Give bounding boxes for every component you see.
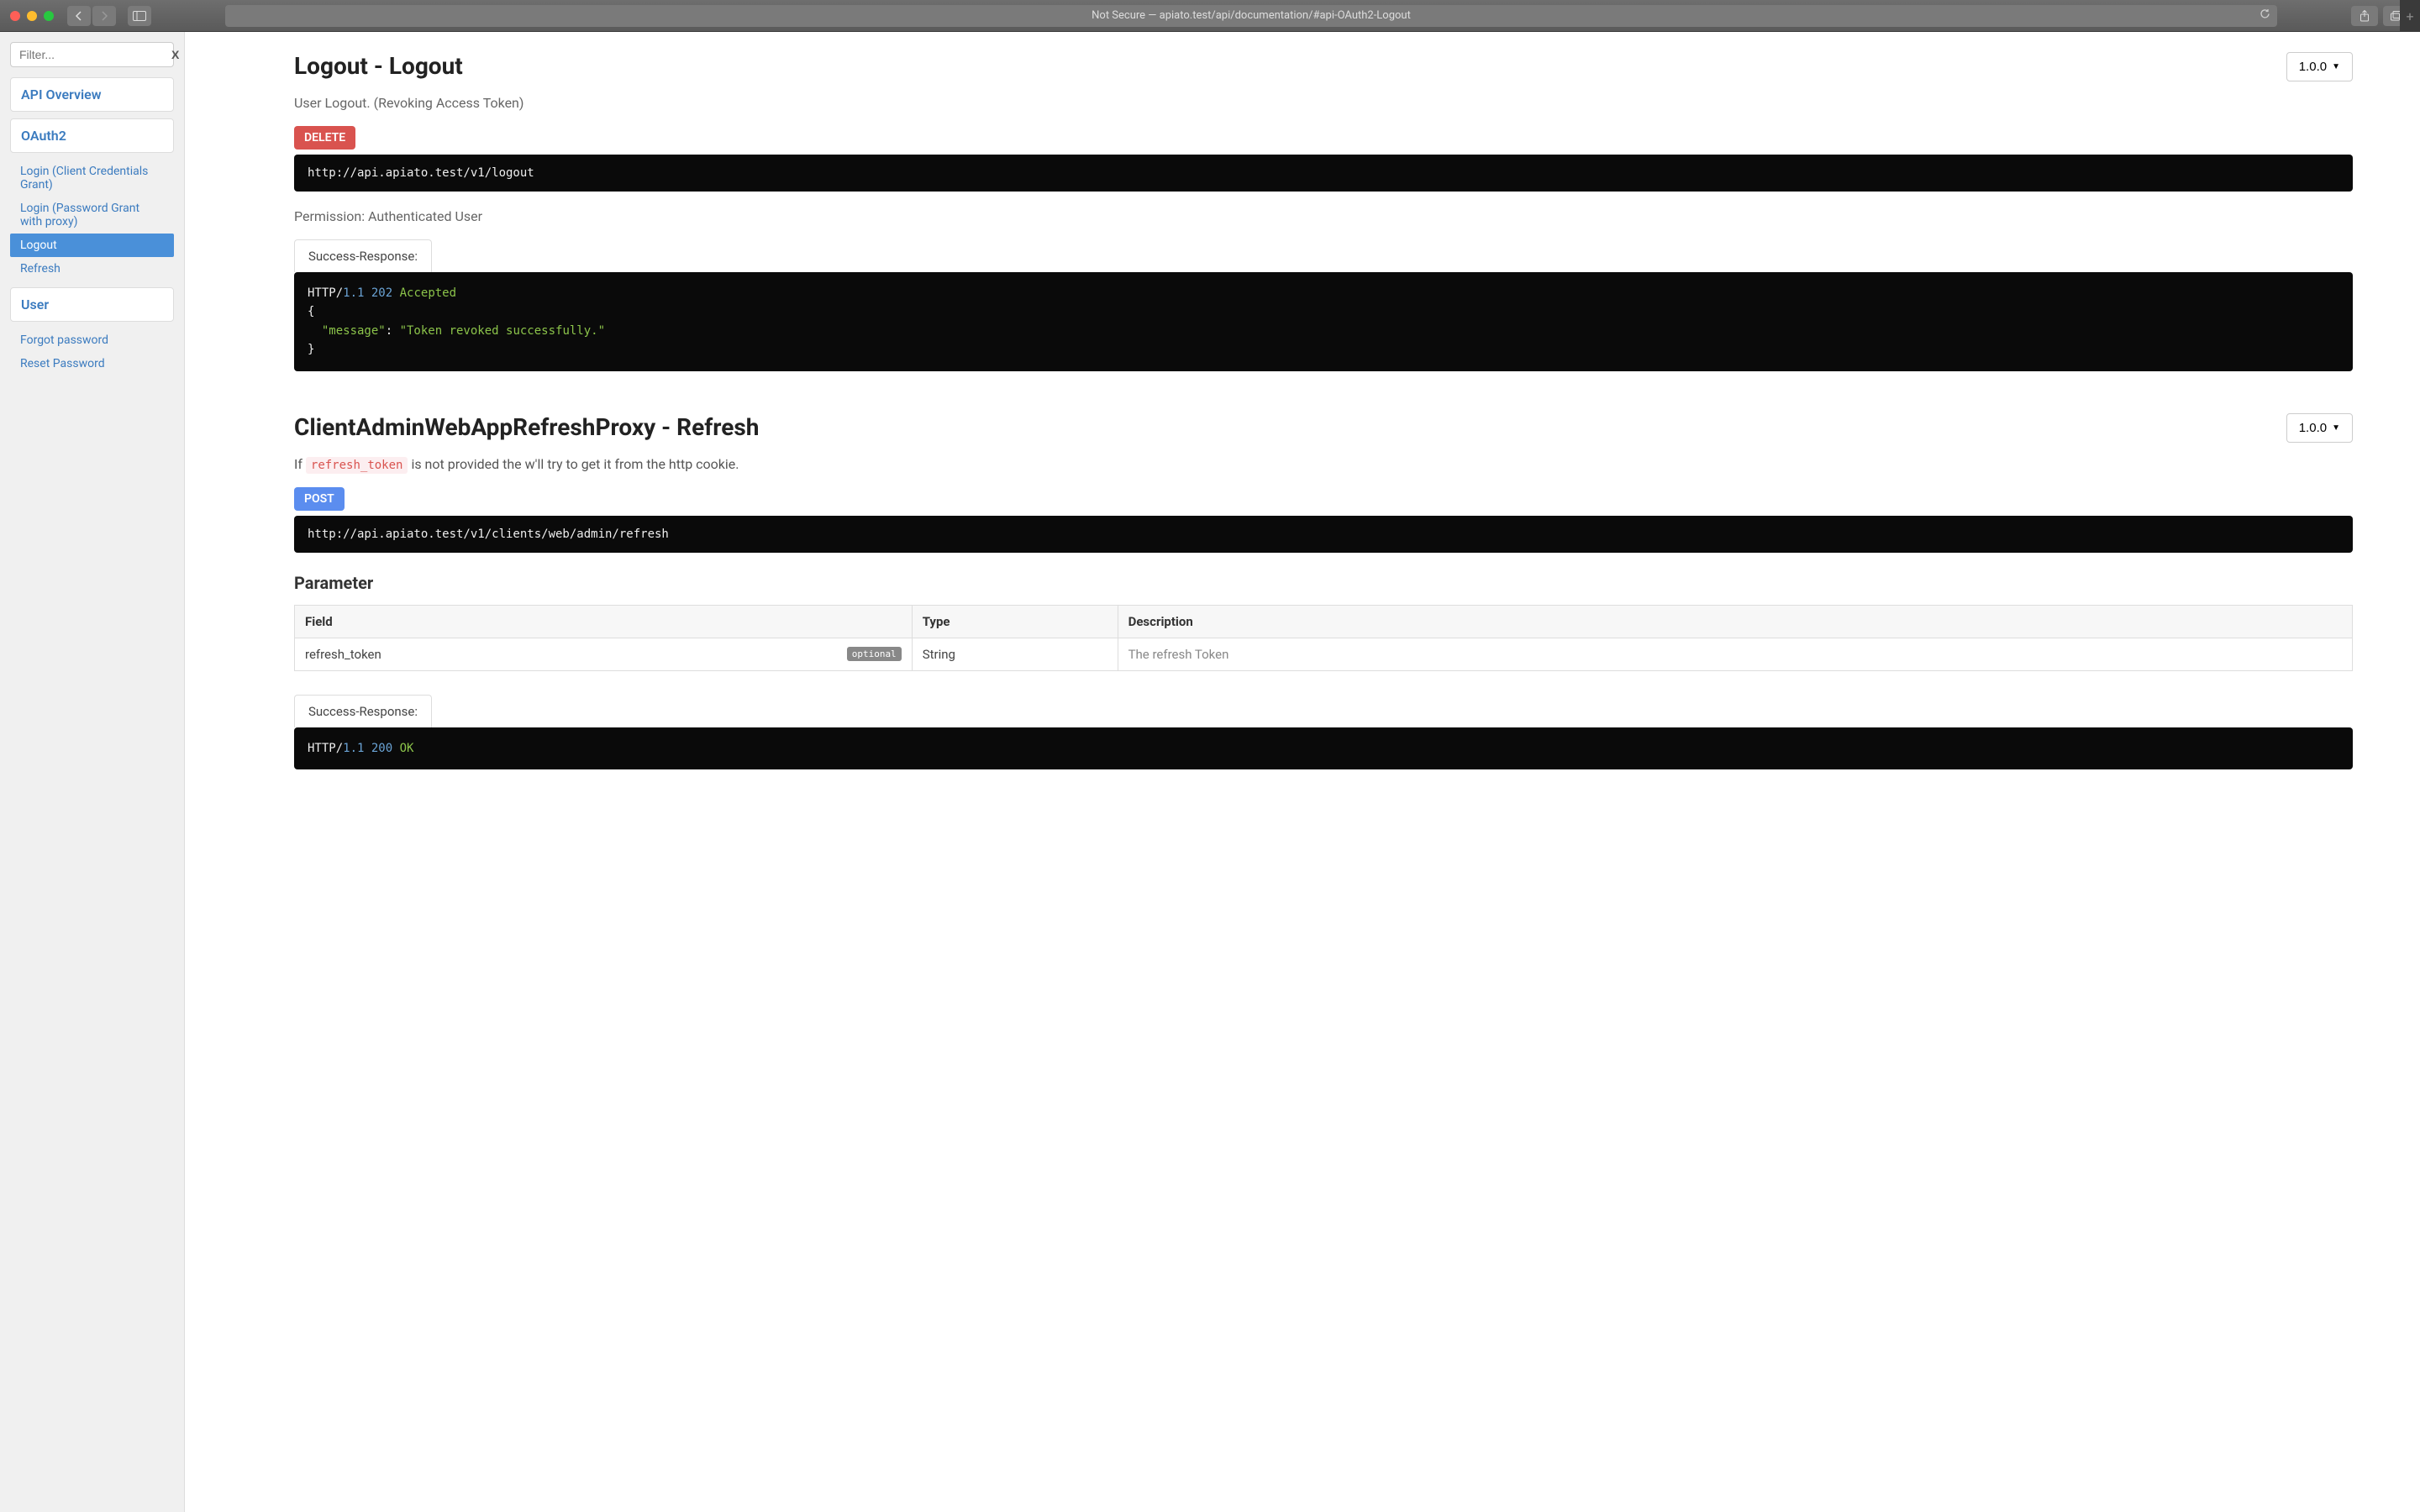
content-area[interactable]: Logout - Logout 1.0.0 ▼ User Logout. (Re… [185, 32, 2420, 1512]
version-label: 1.0.0 [2299, 60, 2327, 74]
response-block: HTTP/1.1 202 Accepted { "message": "Toke… [294, 272, 2353, 371]
share-button[interactable] [2351, 6, 2378, 26]
back-button[interactable] [67, 6, 91, 26]
caret-down-icon: ▼ [2332, 62, 2340, 71]
version-dropdown[interactable]: 1.0.0 ▼ [2286, 52, 2353, 81]
response-tab[interactable]: Success-Response: [294, 239, 432, 272]
method-badge-post: POST [294, 487, 345, 511]
th-description: Description [1118, 605, 2352, 638]
endpoint-description: If refresh_token is not provided the w'l… [294, 456, 2353, 472]
nav-section-oauth2[interactable]: OAuth2 [10, 118, 174, 153]
nav-items-user: Forgot password Reset Password [10, 328, 174, 375]
th-type: Type [912, 605, 1118, 638]
endpoint-header: ClientAdminWebAppRefreshProxy - Refresh … [294, 413, 2353, 443]
method-badge-delete: DELETE [294, 126, 355, 150]
td-description: The refresh Token [1118, 638, 2352, 670]
response-block: HTTP/1.1 200 OK [294, 727, 2353, 769]
minimize-window-button[interactable] [27, 11, 37, 21]
endpoint-logout: Logout - Logout 1.0.0 ▼ User Logout. (Re… [294, 52, 2353, 371]
nav-item-reset-password[interactable]: Reset Password [10, 352, 174, 375]
caret-down-icon: ▼ [2332, 423, 2340, 433]
sidebar: X API Overview OAuth2 Login (Client Cred… [0, 32, 185, 1512]
endpoint-url-block: http://api.apiato.test/v1/clients/web/ad… [294, 516, 2353, 553]
table-header-row: Field Type Description [295, 605, 2353, 638]
td-type: String [912, 638, 1118, 670]
filter-input[interactable] [19, 48, 171, 61]
endpoint-title: Logout - Logout [294, 52, 463, 80]
version-dropdown[interactable]: 1.0.0 ▼ [2286, 413, 2353, 443]
parameter-table: Field Type Description refresh_token opt… [294, 605, 2353, 671]
url-text: Not Secure — apiato.test/api/documentati… [1092, 9, 1411, 22]
clear-filter-button[interactable]: X [171, 48, 179, 61]
nav-buttons [67, 6, 116, 26]
endpoint-header: Logout - Logout 1.0.0 ▼ [294, 52, 2353, 81]
nav-item-logout[interactable]: Logout [10, 234, 174, 257]
chevron-right-icon [100, 11, 108, 21]
permission-text: Permission: Authenticated User [294, 208, 2353, 224]
nav-item-login-client-credentials[interactable]: Login (Client Credentials Grant) [10, 160, 174, 197]
close-window-button[interactable] [10, 11, 20, 21]
endpoint-url-block: http://api.apiato.test/v1/logout [294, 155, 2353, 192]
th-field: Field [295, 605, 913, 638]
sidebar-icon [133, 11, 146, 21]
browser-chrome: Not Secure — apiato.test/api/documentati… [0, 0, 2420, 32]
chevron-left-icon [75, 11, 83, 21]
forward-button[interactable] [92, 6, 116, 26]
sidebar-toggle-button[interactable] [128, 6, 151, 26]
nav-item-refresh[interactable]: Refresh [10, 257, 174, 281]
nav-item-login-password-grant[interactable]: Login (Password Grant with proxy) [10, 197, 174, 234]
nav-items-oauth2: Login (Client Credentials Grant) Login (… [10, 160, 174, 281]
endpoint-title: ClientAdminWebAppRefreshProxy - Refresh [294, 413, 759, 441]
table-row: refresh_token optional String The refres… [295, 638, 2353, 670]
nav-section-api-overview[interactable]: API Overview [10, 77, 174, 112]
traffic-lights [10, 11, 54, 21]
app-body: X API Overview OAuth2 Login (Client Cred… [0, 32, 2420, 1512]
nav-item-forgot-password[interactable]: Forgot password [10, 328, 174, 352]
response-tab[interactable]: Success-Response: [294, 695, 432, 727]
endpoint-description: User Logout. (Revoking Access Token) [294, 95, 2353, 111]
optional-badge: optional [847, 647, 902, 661]
new-tab-button[interactable]: + [2400, 0, 2420, 32]
nav-section-user[interactable]: User [10, 287, 174, 322]
url-bar[interactable]: Not Secure — apiato.test/api/documentati… [225, 5, 2277, 27]
td-field: refresh_token optional [295, 638, 913, 670]
version-label: 1.0.0 [2299, 421, 2327, 435]
parameter-heading: Parameter [294, 573, 2353, 593]
filter-box: X [10, 42, 174, 67]
maximize-window-button[interactable] [44, 11, 54, 21]
inline-code: refresh_token [306, 457, 408, 474]
share-icon [2360, 10, 2370, 22]
endpoint-refresh: ClientAdminWebAppRefreshProxy - Refresh … [294, 413, 2353, 769]
reload-icon[interactable] [2260, 8, 2270, 23]
